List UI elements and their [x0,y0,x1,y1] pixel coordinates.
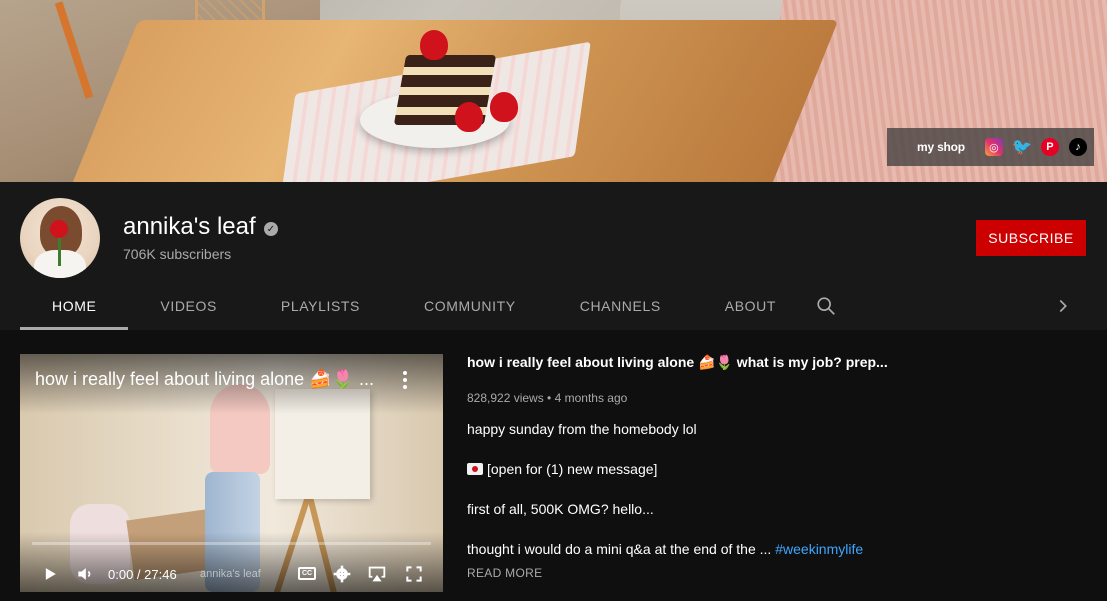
channel-tabs: HOME VIDEOS PLAYLISTS COMMUNITY CHANNELS… [20,282,808,330]
tiktok-icon[interactable]: ♪ [1068,138,1087,156]
progress-bar[interactable] [32,542,431,545]
play-icon[interactable] [40,562,60,586]
love-letter-icon [467,463,483,475]
description-line: happy sunday from the homebody lol [467,421,697,437]
video-time: 0:00 / 27:46 [108,567,177,582]
more-options-icon[interactable] [400,370,410,390]
description-line-text: thought i would do a mini q&a at the end… [467,541,776,557]
settings-gear-icon[interactable] [332,562,352,586]
banner-strawberry [420,30,448,60]
avatar[interactable] [20,198,100,278]
channel-header: annika's leaf ✓ 706K subscribers SUBSCRI… [0,182,1107,330]
description-line: first of all, 500K OMG? hello... [467,501,654,517]
featured-video-info: how i really feel about living alone 🍰🌷 … [467,354,1087,581]
instagram-icon[interactable]: ◎ [984,138,1003,156]
home-content: how i really feel about living alone 🍰🌷 … [0,330,1107,601]
avatar-rose [50,220,68,238]
description-line-text: [open for (1) new message] [487,461,658,477]
verified-icon: ✓ [264,222,278,236]
tab-videos[interactable]: VIDEOS [128,282,249,330]
description-line: thought i would do a mini q&a at the end… [467,541,1087,557]
video-watermark: annika's leaf [200,568,261,580]
tab-community[interactable]: COMMUNITY [392,282,548,330]
channel-banner: my shop ◎ 🐦 P ♪ [0,0,1107,182]
airplay-icon[interactable] [366,562,388,586]
featured-video-player[interactable]: how i really feel about living alone 🍰🌷 … [20,354,443,592]
read-more-button[interactable]: READ MORE [467,566,542,580]
avatar-rose-stem [58,236,61,266]
subscribe-button[interactable]: SUBSCRIBE [976,220,1086,256]
shop-link[interactable]: my shop [917,140,965,154]
featured-video-title[interactable]: how i really feel about living alone 🍰🌷 … [467,354,1087,371]
banner-strawberry [455,102,483,132]
banner-links: my shop ◎ 🐦 P ♪ [887,128,1094,166]
twitter-icon[interactable]: 🐦 [1012,138,1032,156]
channel-name: annika's leaf [123,213,256,240]
fullscreen-icon[interactable] [404,562,424,586]
hashtag-link[interactable]: #weekinmylife [775,541,863,557]
captions-icon[interactable]: CC [298,567,316,580]
search-icon[interactable] [815,295,837,317]
volume-icon[interactable] [75,562,95,586]
tab-playlists[interactable]: PLAYLISTS [249,282,392,330]
subscriber-count: 706K subscribers [123,246,232,262]
banner-strawberry [490,92,518,122]
featured-video-description: happy sunday from the homebody lol [open… [467,421,1087,557]
description-line: [open for (1) new message] [467,461,1087,477]
tab-channels[interactable]: CHANNELS [548,282,693,330]
pinterest-icon[interactable]: P [1040,138,1059,156]
featured-video-meta: 828,922 views • 4 months ago [467,391,628,405]
video-overlay-title[interactable]: how i really feel about living alone 🍰🌷 … [35,369,375,390]
chevron-right-icon[interactable] [1052,295,1074,317]
tab-home[interactable]: HOME [20,282,129,330]
tab-about[interactable]: ABOUT [693,282,808,330]
player-controls: 0:00 / 27:46 annika's leaf CC [20,562,443,586]
